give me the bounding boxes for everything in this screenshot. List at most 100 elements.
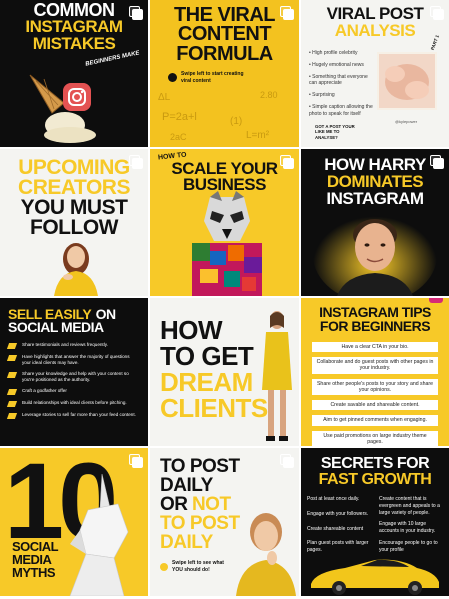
title-not: NOT xyxy=(191,494,231,515)
analysis-bullet: • Hugely emotional news xyxy=(309,61,364,68)
post-tile-to-post-daily[interactable]: TO POST DAILY OR NOT TO POST DAILY Swipe… xyxy=(150,448,299,596)
baby-hand-photo xyxy=(377,52,437,110)
tile-title-line4: FOLLOW xyxy=(30,216,118,239)
analysis-bullet: • Simple caption allowing the photo to s… xyxy=(309,103,373,117)
post-tile-how-harry-dominates[interactable]: HOW HARRY DOMINATES INSTAGRAM xyxy=(301,149,449,296)
growth-col-1: Post at least once daily. Engage with yo… xyxy=(307,496,371,554)
tile-title-line1: TO POST xyxy=(160,456,240,477)
svg-text:P=2a+l: P=2a+l xyxy=(162,111,197,123)
tip-item: Have a clear CTA in your bio. xyxy=(312,342,438,353)
multi-image-icon xyxy=(129,454,143,468)
tile-title-line2: DOMINATES xyxy=(326,172,424,191)
harry-portrait-photo xyxy=(313,207,437,296)
tip-item: Share other people's posts to your story… xyxy=(312,378,438,396)
tile-title-line4: CLIENTS xyxy=(160,393,268,423)
analysis-bullets: • High profile celebrity • Hugely emotio… xyxy=(309,50,375,117)
tip-item: Use paid promotions on large industry th… xyxy=(312,430,438,446)
tip-item: Aim to get pinned comments when engaging… xyxy=(312,415,438,426)
tile-title-line3: FORMULA xyxy=(176,43,273,65)
tile-title-line1: HOW xyxy=(160,315,223,345)
growth-tip: Encourage people to go to your profile xyxy=(379,539,438,553)
tile-title-line3: DREAM xyxy=(160,367,253,397)
multi-image-icon xyxy=(280,155,294,169)
profile-post-grid: COMMON INSTAGRAM MISTAKES BEGINNERS MAKE… xyxy=(0,0,449,599)
growth-tip: Post at least once daily. xyxy=(307,496,360,502)
tile-title-line2: DAILY xyxy=(160,475,213,496)
sell-tip-item: Have highlights that answer the majority… xyxy=(6,354,138,366)
title-or: OR xyxy=(160,494,188,515)
tile-title-line3: YOU MUST xyxy=(20,196,128,219)
tile-title-line2: INSTAGRAM xyxy=(25,17,123,36)
svg-text:L=m²: L=m² xyxy=(246,130,270,141)
unicorn-sculpture-photo xyxy=(69,474,129,596)
tile-title-line3: MISTAKES xyxy=(32,34,116,53)
growth-tip: Engage with your followers. xyxy=(307,510,369,517)
tip-item: Create savable and shareable content. xyxy=(312,400,438,411)
sell-tip-item: Share testimonials and reviews frequentl… xyxy=(6,342,138,349)
tile-title-line2: TO GET xyxy=(160,341,254,371)
hand-icon xyxy=(168,73,177,83)
instagram-badge-icon xyxy=(429,298,443,303)
tile-title-line2: CONTENT xyxy=(177,23,272,45)
tile-title-line1: SECRETS FOR xyxy=(320,455,430,472)
raccoon-mask-man-photo xyxy=(192,191,262,296)
post-tile-social-media-myths[interactable]: 10 SOCIAL MEDIA MYTHS xyxy=(0,448,148,596)
post-tile-dream-clients[interactable]: HOW TO GET DREAM CLIENTS xyxy=(150,298,299,446)
svg-text:ΔL: ΔL xyxy=(158,92,171,103)
analysis-bullet: • High profile celebrity xyxy=(309,50,358,56)
swipe-hint: Swipe left to see what YOU should do! xyxy=(160,560,224,574)
multi-image-icon xyxy=(129,155,143,169)
tile-title-line3: MYTHS xyxy=(12,565,56,580)
tile-title-line1: VIRAL POST xyxy=(326,4,424,23)
analysis-bullet: • Something that everyone can appreciate xyxy=(309,73,368,87)
tile-title-line1: UPCOMING xyxy=(18,156,130,179)
swipe-hint-text: Swipe left to start creating viral conte… xyxy=(181,71,244,84)
svg-text:(1): (1) xyxy=(230,116,242,127)
woman-yellow-top-photo xyxy=(54,243,98,296)
tip-item: Collaborate and do guest posts with othe… xyxy=(312,357,438,374)
growth-tip: Create content that is evergreen and app… xyxy=(379,496,440,516)
multi-image-icon xyxy=(129,6,143,20)
sell-tips-list: Share testimonials and reviews frequentl… xyxy=(6,342,138,424)
swipe-hint: Swipe left to start creating viral conte… xyxy=(168,71,251,85)
multi-image-icon xyxy=(430,155,444,169)
sell-tip-item: Build relationships with ideal clients b… xyxy=(6,400,138,407)
post-tile-upcoming-creators[interactable]: UPCOMING CREATORS YOU MUST FOLLOW xyxy=(0,149,148,296)
thinking-woman-photo xyxy=(236,513,296,596)
multi-image-icon xyxy=(430,6,444,20)
growth-tip: Engage with 10 large accounts in your in… xyxy=(379,521,436,534)
post-tile-common-instagram-mistakes[interactable]: COMMON INSTAGRAM MISTAKES BEGINNERS MAKE xyxy=(0,0,148,147)
post-tile-viral-post-analysis[interactable]: VIRAL POST ANALYSIS PART 1 • High profil… xyxy=(301,0,449,147)
tile-title-line2: FAST GROWTH xyxy=(318,471,432,488)
post-tile-instagram-tips-beginners[interactable]: INSTAGRAM TIPS FOR BEGINNERS Have a clea… xyxy=(301,298,449,446)
tips-list: Have a clear CTA in your bio. Collaborat… xyxy=(301,342,449,446)
swipe-hint-text: Swipe left to see what YOU should do! xyxy=(172,560,224,573)
tile-title-line1: HOW HARRY xyxy=(324,155,426,174)
post-tile-sell-easily[interactable]: SELL EASILY ON SOCIAL MEDIA Share testim… xyxy=(0,298,148,446)
hand-icon xyxy=(160,562,168,571)
analysis-cta: GOT A POST YOUR LIKE ME TO ANALYSE? xyxy=(315,124,355,140)
growth-tip: Create shareable content xyxy=(307,525,364,532)
yellow-sports-car-photo xyxy=(311,559,439,595)
handle-text: @kylepower xyxy=(395,119,418,124)
growth-col-2: Create content that is evergreen and app… xyxy=(379,496,443,553)
sell-tip-item: Leverage stories to sell far more than y… xyxy=(6,412,138,419)
multi-image-icon xyxy=(280,6,294,20)
tile-title-line2: SOCIAL MEDIA xyxy=(8,319,104,335)
tile-title-line2: ANALYSIS xyxy=(334,21,416,40)
growth-tip: Plan guest posts with larger pages. xyxy=(307,540,369,553)
post-tile-scale-your-business[interactable]: HOW TO SCALE YOUR BUSINESS xyxy=(150,149,299,296)
sell-tip-item: Craft a godfather offer xyxy=(6,388,138,395)
tile-title-line6: DAILY xyxy=(160,532,213,553)
tile-title-line2: FOR BEGINNERS xyxy=(319,318,431,334)
tile-title-line2: CREATORS xyxy=(18,176,130,199)
svg-text:2.80: 2.80 xyxy=(260,90,278,100)
post-tile-viral-content-formula[interactable]: ΔL 2.80 P=2a+l (1) L=m² 2aC THE VIRAL CO… xyxy=(150,0,299,147)
ice-cream-logo-icon xyxy=(29,74,96,143)
post-tile-secrets-fast-growth[interactable]: SECRETS FOR FAST GROWTH Post at least on… xyxy=(301,448,449,596)
tile-title-line5: TO POST xyxy=(160,513,240,534)
multi-image-icon xyxy=(280,454,294,468)
analysis-bullet: • Surprising xyxy=(309,92,335,98)
woman-yellow-dress-photo xyxy=(262,311,292,441)
svg-text:2aC: 2aC xyxy=(170,132,187,142)
